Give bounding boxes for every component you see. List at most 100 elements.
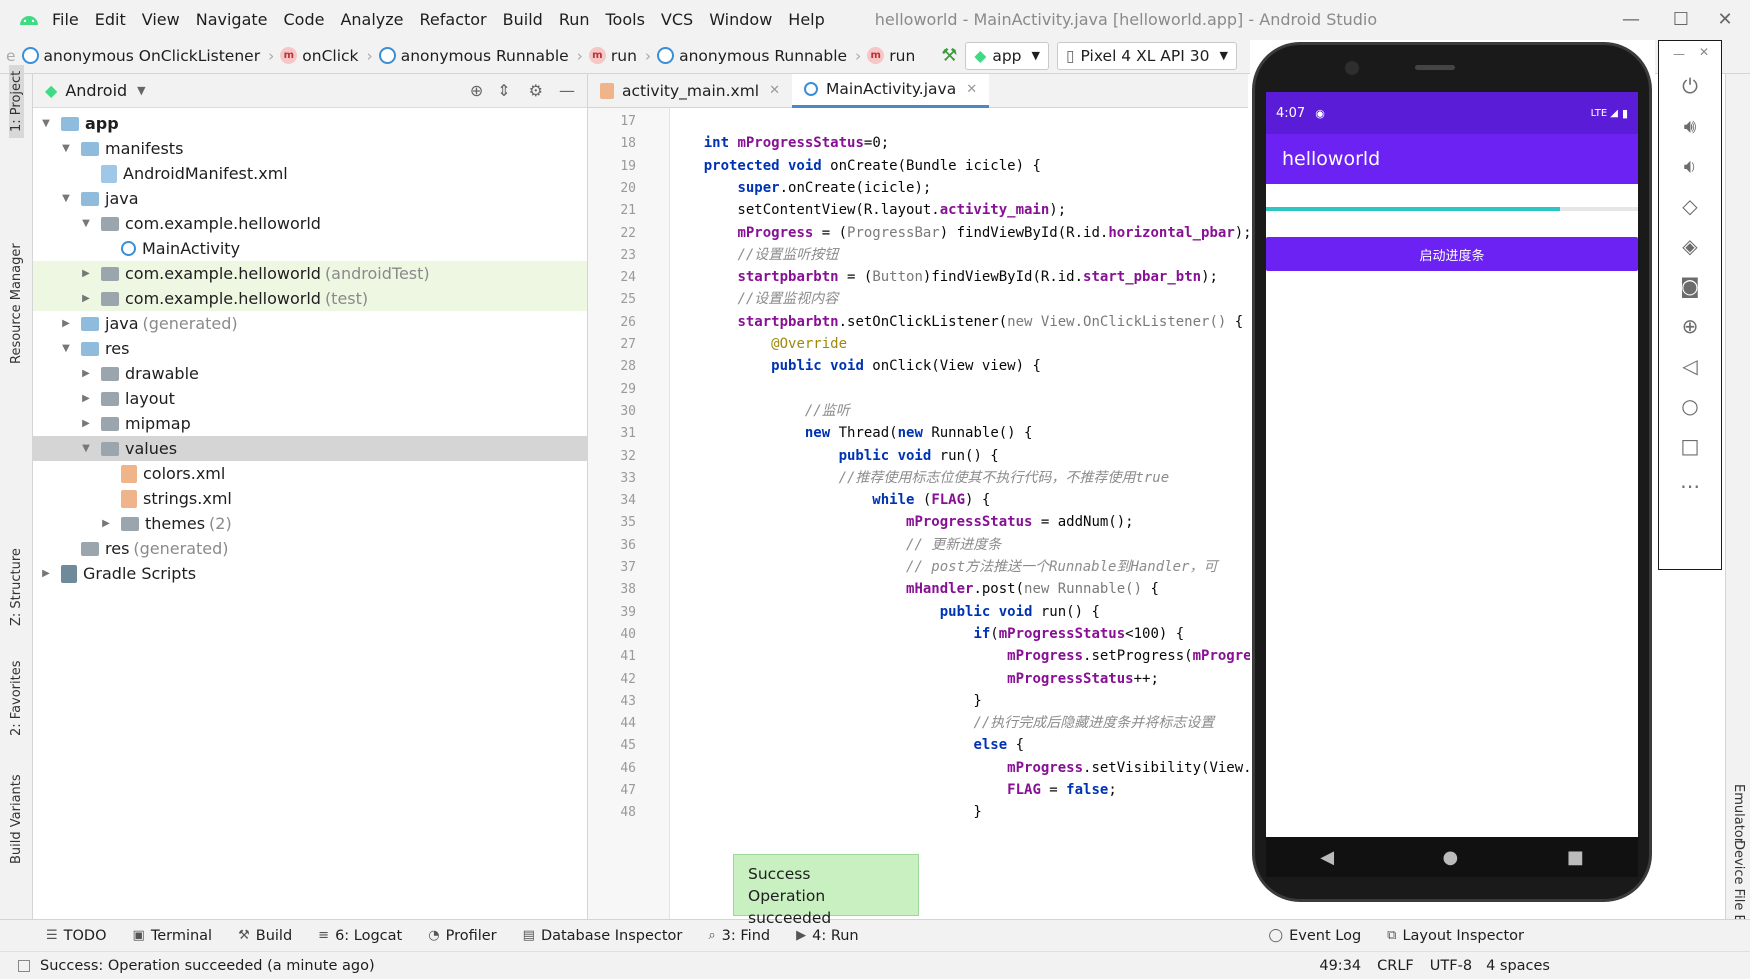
tree-item[interactable]: ▼ manifests bbox=[33, 136, 587, 161]
back-icon[interactable]: ◁ bbox=[1673, 349, 1707, 383]
nav-recents-icon[interactable]: ■ bbox=[1567, 847, 1584, 868]
tree-item[interactable]: MainActivity bbox=[33, 236, 587, 261]
chevron-down-icon[interactable]: ▼ bbox=[39, 118, 53, 129]
tree-item[interactable]: ▼ res bbox=[33, 336, 587, 361]
hammer-icon[interactable]: ⚒ bbox=[941, 45, 957, 66]
volume-down-icon[interactable]: 🔉︎ bbox=[1673, 149, 1707, 183]
camera-icon[interactable]: ◙ bbox=[1673, 269, 1707, 303]
menu-tools[interactable]: Tools bbox=[606, 10, 645, 29]
chevron-right-icon[interactable]: ▶ bbox=[79, 418, 93, 429]
chevron-down-icon[interactable]: ▼ bbox=[59, 193, 73, 204]
nav-home-icon[interactable]: ● bbox=[1443, 847, 1459, 868]
file-encoding[interactable]: UTF-8 bbox=[1430, 958, 1472, 974]
maximize-button[interactable]: ☐ bbox=[1656, 0, 1706, 38]
tool-databaseinspector[interactable]: ▤ Database Inspector bbox=[523, 928, 683, 944]
close-button[interactable]: ✕ bbox=[1700, 0, 1750, 38]
menu-run[interactable]: Run bbox=[559, 10, 590, 29]
menu-refactor[interactable]: Refactor bbox=[420, 10, 487, 29]
menu-window[interactable]: Window bbox=[709, 10, 772, 29]
tree-item[interactable]: ▶ com.example.helloworld (test) bbox=[33, 286, 587, 311]
tool-run[interactable]: ▶ 4: Run bbox=[796, 928, 859, 944]
tree-item[interactable]: strings.xml bbox=[33, 486, 587, 511]
chevron-down-icon[interactable]: ▼ bbox=[59, 143, 73, 154]
menu-vcs[interactable]: VCS bbox=[661, 10, 693, 29]
minimize-button[interactable]: — bbox=[1606, 0, 1656, 38]
tree-item[interactable]: ▼ com.example.helloworld bbox=[33, 211, 587, 236]
chevron-right-icon[interactable]: ▶ bbox=[79, 393, 93, 404]
tree-item[interactable]: ▶ java (generated) bbox=[33, 311, 587, 336]
zoom-icon[interactable]: ⊕ bbox=[1673, 309, 1707, 343]
tool-window-structure[interactable]: Z: Structure bbox=[9, 548, 24, 626]
chevron-right-icon[interactable]: ▶ bbox=[39, 568, 53, 579]
chevron-right-icon[interactable]: ▶ bbox=[79, 368, 93, 379]
tree-item[interactable]: ▶ themes (2) bbox=[33, 511, 587, 536]
project-view-mode[interactable]: Android bbox=[65, 81, 127, 100]
nav-back-icon[interactable]: ◀ bbox=[1320, 847, 1334, 868]
cursor-position[interactable]: 49:34 bbox=[1319, 958, 1361, 974]
device-select[interactable]: ▯ Pixel 4 XL API 30 ▼ bbox=[1057, 41, 1237, 70]
tool-window-build-variants[interactable]: Build Variants bbox=[9, 774, 24, 864]
tool-window-resource-manager[interactable]: Resource Manager bbox=[9, 243, 24, 364]
tool-window-favorites[interactable]: 2: Favorites bbox=[9, 660, 24, 736]
tree-item[interactable]: ▼ values bbox=[33, 436, 587, 461]
breadcrumb-item[interactable]: anonymous OnClickListener bbox=[21, 47, 260, 65]
start-progress-button[interactable]: 启动进度条 bbox=[1266, 237, 1638, 271]
power-icon[interactable]: ⏻ bbox=[1673, 69, 1707, 103]
tool-terminal[interactable]: ▣ Terminal bbox=[133, 928, 213, 944]
menu-code[interactable]: Code bbox=[284, 10, 325, 29]
code-editor[interactable]: int mProgressStatus=0; protected void on… bbox=[670, 108, 1250, 919]
tool-profiler[interactable]: ◔ Profiler bbox=[428, 928, 496, 944]
collapse-panel-icon[interactable]: — bbox=[1673, 47, 1685, 61]
tree-item[interactable]: ▶ drawable bbox=[33, 361, 587, 386]
tree-item[interactable]: ▶ com.example.helloworld (androidTest) bbox=[33, 261, 587, 286]
tree-item[interactable]: ▶ layout bbox=[33, 386, 587, 411]
device-screen[interactable]: 4:07 ◉ LTE ◢ ▮ helloworld 启动进度条 bbox=[1266, 92, 1638, 837]
tool-layoutinspector[interactable]: ⧉ Layout Inspector bbox=[1387, 928, 1524, 944]
tool-eventlog[interactable]: ◯ Event Log bbox=[1269, 928, 1362, 944]
close-tab-icon[interactable]: ✕ bbox=[769, 83, 780, 98]
tree-item[interactable]: AndroidManifest.xml bbox=[33, 161, 587, 186]
rotate-left-icon[interactable]: ◇ bbox=[1673, 189, 1707, 223]
chevron-down-icon[interactable]: ▼ bbox=[79, 443, 93, 454]
rotate-right-icon[interactable]: ◈ bbox=[1673, 229, 1707, 263]
tool-window-project[interactable]: 1: Project bbox=[9, 64, 24, 138]
editor-tab[interactable]: MainActivity.java ✕ bbox=[792, 73, 990, 108]
menu-analyze[interactable]: Analyze bbox=[340, 10, 403, 29]
chevron-right-icon[interactable]: ▶ bbox=[79, 268, 93, 279]
breadcrumb-item[interactable]: m run bbox=[867, 47, 915, 65]
gear-icon[interactable]: ⚙ bbox=[529, 81, 543, 100]
collapse-icon[interactable]: ⇕ bbox=[497, 81, 510, 100]
tree-item[interactable]: ▼ app bbox=[33, 111, 587, 136]
indent-setting[interactable]: 4 spaces bbox=[1486, 958, 1550, 974]
menu-edit[interactable]: Edit bbox=[95, 10, 126, 29]
breadcrumb-item[interactable]: m onClick bbox=[280, 47, 359, 65]
overview-icon[interactable]: □ bbox=[1673, 429, 1707, 463]
close-panel-icon[interactable]: ✕ bbox=[1699, 45, 1709, 59]
breadcrumb-item[interactable]: m run bbox=[588, 47, 637, 65]
chevron-down-icon[interactable]: ▼ bbox=[79, 218, 93, 229]
chevron-right-icon[interactable]: ▶ bbox=[79, 293, 93, 304]
hide-icon[interactable]: — bbox=[559, 81, 575, 100]
tree-item[interactable]: ▶ Gradle Scripts bbox=[33, 561, 587, 586]
home-icon[interactable]: ○ bbox=[1673, 389, 1707, 423]
chevron-down-icon[interactable]: ▼ bbox=[137, 84, 145, 97]
tool-todo[interactable]: ☰ TODO bbox=[46, 928, 107, 944]
tool-find[interactable]: ⌕ 3: Find bbox=[708, 928, 770, 944]
chevron-right-icon[interactable]: ▶ bbox=[99, 518, 113, 529]
run-config-select[interactable]: ◆ app ▼ bbox=[965, 41, 1049, 70]
menu-help[interactable]: Help bbox=[788, 10, 824, 29]
menu-view[interactable]: View bbox=[142, 10, 180, 29]
menu-navigate[interactable]: Navigate bbox=[196, 10, 268, 29]
tool-logcat[interactable]: ≡ 6: Logcat bbox=[318, 928, 402, 944]
tree-item[interactable]: ▶ mipmap bbox=[33, 411, 587, 436]
locate-icon[interactable]: ⊕ bbox=[470, 81, 483, 100]
breadcrumb-item[interactable]: anonymous Runnable bbox=[378, 47, 569, 65]
menu-file[interactable]: File bbox=[52, 10, 79, 29]
tool-build[interactable]: ⚒ Build bbox=[238, 928, 292, 944]
line-separator[interactable]: CRLF bbox=[1377, 958, 1414, 974]
tool-window-emulator[interactable]: Emulator bbox=[1731, 784, 1746, 843]
tree-item[interactable]: res (generated) bbox=[33, 536, 587, 561]
editor-tab[interactable]: activity_main.xml ✕ bbox=[588, 74, 792, 108]
menu-build[interactable]: Build bbox=[503, 10, 543, 29]
tree-item[interactable]: colors.xml bbox=[33, 461, 587, 486]
